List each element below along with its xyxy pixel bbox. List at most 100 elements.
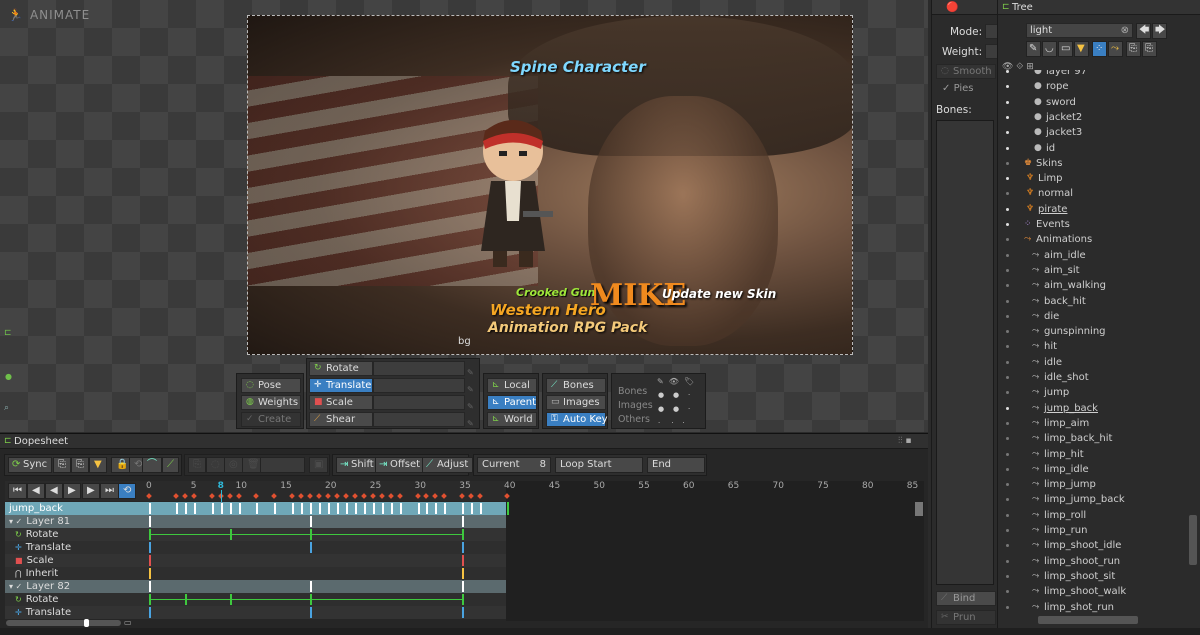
track-row[interactable]: ✛ Translate [5,541,506,554]
keyframe[interactable] [149,555,151,566]
search-prev-button[interactable]: 🡄 [1136,23,1151,39]
tree-item[interactable]: ⤳ aim_walking [998,278,1188,293]
track-row[interactable]: ▾ ✓ Layer 81 [5,515,506,528]
axis-gizmo-icon[interactable]: ⊏ [4,328,12,338]
visibility-dot[interactable] [1006,161,1009,165]
keyframe[interactable] [462,542,465,553]
filter-funnel-icon[interactable]: ▼ [1074,41,1089,57]
tree-item[interactable]: ⤳ limp_back_hit [998,431,1188,446]
keyframe[interactable] [149,542,151,553]
tree-item[interactable]: ● rope [998,79,1188,94]
visibility-dot[interactable] [1006,345,1009,349]
viewport[interactable]: 🏃 ANIMATE Spine Character Crooked Gun MIK… [0,0,928,432]
keyframe[interactable] [381,503,384,514]
zoom-slider[interactable] [6,619,121,627]
tree-item[interactable]: ⤳ hit [998,339,1188,354]
track-row[interactable]: ■ Scale [5,554,506,567]
visibility-dot[interactable] [1006,421,1009,425]
visibility-dot[interactable] [1006,483,1009,487]
tree-item[interactable]: ⤳ back_hit [998,294,1188,309]
keyframe[interactable] [390,503,393,514]
keyframe[interactable] [149,594,151,605]
visibility-dot[interactable] [1006,238,1009,242]
filter-attachments-icon[interactable]: ▭ [1058,41,1073,57]
translate-field[interactable] [373,378,465,393]
keyframe[interactable] [417,503,420,514]
keyframe[interactable] [149,503,151,514]
visibility-dot[interactable] [1006,513,1009,517]
copy-icon[interactable]: ⎘ [1126,41,1141,57]
visibility-dot[interactable] [1006,452,1009,456]
scale-field[interactable] [373,395,465,410]
keyframe[interactable] [462,529,465,540]
keyframe[interactable] [256,503,259,514]
keyframe[interactable] [435,503,438,514]
bones-toggle[interactable]: ⟋ Bones [546,378,606,393]
shear-button[interactable]: ⟋ Shear [309,412,373,427]
keyframe[interactable] [149,607,151,618]
smooth-button[interactable]: ◌ Smooth [936,64,996,79]
keyframe[interactable] [220,503,223,514]
tree-item[interactable]: ● layer 97 [998,70,1188,79]
tree-item[interactable]: ⤳ Animations [998,232,1188,247]
tree-item[interactable]: ⤳ gunspinning [998,324,1188,339]
visibility-dot[interactable] [1006,574,1009,578]
visibility-dot[interactable] [1006,85,1009,89]
tree-item[interactable]: ♆ pirate [998,202,1188,217]
visibility-dot[interactable] [1006,590,1009,594]
end-marker[interactable] [507,502,509,515]
keyframe[interactable] [184,594,187,605]
tree-item[interactable]: ⤳ idle [998,355,1188,370]
visibility-dot[interactable] [1006,177,1009,181]
tree-item[interactable]: ⤳ limp_aim [998,416,1188,431]
keyframe[interactable] [310,594,313,605]
tree-item[interactable]: ⤳ limp_shot_run [998,600,1188,615]
keyframe[interactable] [310,503,313,514]
tree-item[interactable]: ⁘ Events [998,217,1188,232]
keyframe[interactable] [149,581,151,592]
tree-item[interactable]: ⤳ limp_shoot_idle [998,538,1188,553]
tree-item[interactable]: ● sword [998,95,1188,110]
create-button[interactable]: ✓ Create [241,412,301,427]
keyframe[interactable] [399,503,402,514]
translate-button[interactable]: ✛ Translate [309,378,373,393]
visibility-dot[interactable] [1006,498,1009,502]
visibility-dot[interactable] [1006,207,1009,211]
scale-button[interactable]: ■ Scale [309,395,373,410]
tree-item[interactable]: ⤳ jump_back [998,401,1188,416]
keyframe[interactable] [363,503,366,514]
track-row[interactable]: ✛ Translate [5,606,506,619]
search-next-button[interactable]: 🡆 [1152,23,1167,39]
visibility-dot[interactable] [1006,192,1009,196]
parent-button[interactable]: ⊾ Parent [487,395,537,410]
keyframe[interactable] [426,503,429,514]
tree-item[interactable]: ⤳ limp_hit [998,447,1188,462]
tree-item[interactable]: ♚ Skins [998,156,1188,171]
visibility-dot[interactable] [1006,131,1009,135]
zoom-icon[interactable]: ⌕ [4,403,9,413]
keyframe[interactable] [319,503,322,514]
keyframe[interactable] [336,503,339,514]
keyframe[interactable] [211,503,214,514]
tree-item[interactable]: ⤳ limp_shoot_sit [998,569,1188,584]
keyframe[interactable] [462,568,465,579]
world-button[interactable]: ⊾ World [487,412,537,427]
local-button[interactable]: ⊾ Local [487,378,537,393]
track-row[interactable]: ▾ ✓ Layer 82 [5,580,506,593]
tree-item[interactable]: ⤳ aim_sit [998,263,1188,278]
keyframe[interactable] [229,594,232,605]
keyframe[interactable] [175,503,178,514]
visibility-dot[interactable] [1006,268,1009,272]
keyframe[interactable] [310,607,313,618]
tree-search-input[interactable]: light ⊗ [1026,23,1133,38]
zoom-fit-icon[interactable]: ▭ [124,618,132,627]
pies-checkbox[interactable]: ✓ Pies [942,83,974,94]
keyframe[interactable] [229,529,232,540]
keyframe[interactable] [149,529,151,540]
filter-events-icon[interactable]: ⤳ [1108,41,1123,57]
keyframe[interactable] [372,503,375,514]
tree-item[interactable]: ⤳ limp_shoot_walk [998,584,1188,599]
tree-item[interactable]: ⤳ limp_shoot_run [998,554,1188,569]
visibility-dot[interactable] [1006,529,1009,532]
visibility-dot[interactable] [1006,223,1009,226]
